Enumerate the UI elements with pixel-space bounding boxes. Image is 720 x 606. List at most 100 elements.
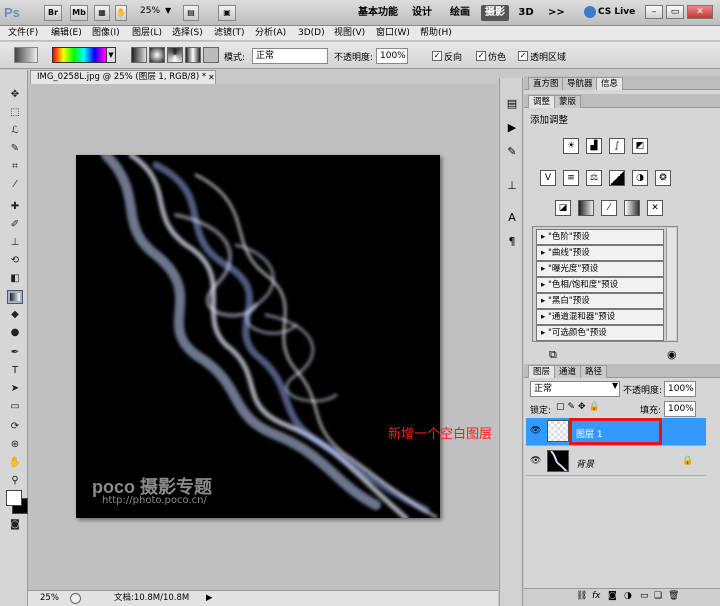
chevron-down-icon[interactable]: ▼: [165, 6, 171, 15]
cs-live-button[interactable]: CS Live: [598, 7, 635, 17]
cs-live-icon[interactable]: [584, 6, 596, 18]
close-button[interactable]: ✕: [687, 5, 713, 19]
threshold-icon[interactable]: ⁄: [601, 200, 617, 216]
opacity-input[interactable]: 100%: [376, 48, 408, 64]
gradient-map-icon[interactable]: [624, 200, 640, 216]
reverse-checkbox[interactable]: ✓: [432, 51, 442, 61]
type-tool-icon[interactable]: T: [7, 364, 23, 378]
tool-preset-picker[interactable]: [14, 47, 38, 63]
photo-filter-icon[interactable]: ◑: [632, 170, 648, 186]
arrange-documents-button[interactable]: ▤: [183, 5, 199, 21]
adjustment-layer-icon[interactable]: ◑: [624, 591, 632, 601]
chevron-down-icon[interactable]: ▼: [106, 47, 116, 63]
eye-icon[interactable]: 👁: [530, 456, 541, 466]
trash-icon[interactable]: 🗑: [668, 591, 679, 601]
preset-black-white[interactable]: ▸ "黑白"预设: [536, 293, 664, 309]
crop-tool-icon[interactable]: ⌗: [7, 160, 23, 174]
3d-orbit-icon[interactable]: ⊛: [7, 438, 23, 452]
lock-options-icon[interactable]: ▢✎✥🔒: [556, 402, 603, 412]
tab-channels[interactable]: 通道: [554, 365, 582, 378]
presets-scrollbar[interactable]: [666, 228, 676, 340]
hand-tool-icon[interactable]: ✋: [7, 456, 23, 470]
hue-saturation-icon[interactable]: ≡: [563, 170, 579, 186]
shape-tool-icon[interactable]: ▭: [7, 400, 23, 414]
document-tab[interactable]: IMG_0258L.jpg @ 25% (图层 1, RGB/8) *: [30, 70, 216, 84]
mini-bridge-button[interactable]: Mb: [70, 5, 88, 21]
hand-icon[interactable]: ✋: [115, 5, 127, 21]
reflected-gradient-icon[interactable]: [185, 47, 201, 63]
menu-analysis[interactable]: 分析(A): [255, 26, 286, 41]
status-info-icon[interactable]: [70, 593, 81, 604]
minimize-button[interactable]: –: [645, 5, 663, 19]
radial-gradient-icon[interactable]: [149, 47, 165, 63]
preset-exposure[interactable]: ▸ "曝光度"预设: [536, 261, 664, 277]
brightness-icon[interactable]: ☀: [563, 138, 579, 154]
menu-3d[interactable]: 3D(D): [298, 26, 325, 41]
preset-levels[interactable]: ▸ "色阶"预设: [536, 229, 664, 245]
status-menu-arrow-icon[interactable]: ▶: [206, 591, 213, 606]
eyedropper-tool-icon[interactable]: ⁄: [7, 178, 23, 192]
tab-info[interactable]: 信息: [596, 77, 624, 90]
menu-select[interactable]: 选择(S): [172, 26, 203, 41]
levels-icon[interactable]: ▟: [586, 138, 602, 154]
status-zoom[interactable]: 25%: [40, 591, 59, 606]
tab-paths[interactable]: 路径: [580, 365, 608, 378]
eraser-tool-icon[interactable]: ◧: [7, 272, 23, 286]
curves-icon[interactable]: ∫: [609, 138, 625, 154]
dodge-tool-icon[interactable]: ●: [7, 326, 23, 340]
add-mask-icon[interactable]: ◙: [608, 591, 617, 601]
preset-channel-mixer[interactable]: ▸ "通道混和器"预设: [536, 309, 664, 325]
channel-mixer-icon[interactable]: ❂: [655, 170, 671, 186]
lasso-tool-icon[interactable]: ℒ: [7, 124, 23, 138]
link-layers-icon[interactable]: ⛓: [576, 591, 587, 601]
clone-source-icon[interactable]: ⊥: [504, 178, 520, 194]
vibrance-icon[interactable]: V: [540, 170, 556, 186]
restore-button[interactable]: ▭: [666, 5, 684, 19]
screen-mode-button[interactable]: ▣: [218, 5, 236, 21]
character-panel-icon[interactable]: A: [504, 210, 520, 226]
3d-rotate-icon[interactable]: ⟳: [7, 420, 23, 434]
healing-brush-icon[interactable]: ✚: [7, 200, 23, 214]
angle-gradient-icon[interactable]: [167, 47, 183, 63]
preset-selective-color[interactable]: ▸ "可选颜色"预设: [536, 325, 664, 341]
bridge-button[interactable]: Br: [44, 5, 62, 21]
document-image[interactable]: poco 摄影专题 http://photo.poco.cn/: [76, 155, 440, 518]
history-panel-icon[interactable]: ▤: [504, 96, 520, 112]
quick-mask-icon[interactable]: ◙: [7, 518, 23, 532]
view-extras-button[interactable]: ▦: [94, 5, 110, 21]
menu-file[interactable]: 文件(F): [8, 26, 38, 41]
fill-input[interactable]: 100%: [664, 401, 696, 417]
preset-hue-saturation[interactable]: ▸ "色相/饱和度"预设: [536, 277, 664, 293]
workspace-essentials[interactable]: 基本功能: [356, 5, 400, 21]
chevron-down-icon[interactable]: ▼: [612, 381, 618, 390]
new-layer-icon[interactable]: ❑: [654, 591, 662, 601]
workspace-more[interactable]: >>: [548, 5, 565, 21]
workspace-painting[interactable]: 绘画: [448, 5, 472, 21]
workspace-design[interactable]: 设计: [410, 5, 434, 21]
close-tab-icon[interactable]: ✕: [208, 73, 215, 82]
marquee-tool-icon[interactable]: ⬚: [7, 106, 23, 120]
group-icon[interactable]: ▭: [640, 591, 649, 601]
zoom-level[interactable]: 25%: [140, 6, 160, 16]
tab-layers[interactable]: 图层: [528, 365, 556, 378]
diamond-gradient-icon[interactable]: [203, 47, 219, 63]
clone-stamp-icon[interactable]: ⊥: [7, 236, 23, 250]
layer-name[interactable]: 背景: [576, 457, 594, 470]
preset-curves[interactable]: ▸ "曲线"预设: [536, 245, 664, 261]
brush-tool-icon[interactable]: ✐: [7, 218, 23, 232]
menu-layer[interactable]: 图层(L): [132, 26, 162, 41]
invert-icon[interactable]: ◪: [555, 200, 571, 216]
path-select-icon[interactable]: ➤: [7, 382, 23, 396]
blend-mode-select[interactable]: 正常: [530, 381, 620, 397]
transparency-checkbox[interactable]: ✓: [518, 51, 528, 61]
workspace-3d[interactable]: 3D: [517, 5, 535, 21]
menu-help[interactable]: 帮助(H): [420, 26, 452, 41]
tool-presets-icon[interactable]: ✎: [504, 144, 520, 160]
fx-icon[interactable]: fx: [592, 591, 601, 601]
gradient-tool-icon[interactable]: [7, 290, 23, 304]
exposure-icon[interactable]: ◩: [632, 138, 648, 154]
tab-navigator[interactable]: 导航器: [562, 77, 598, 90]
mode-select[interactable]: 正常: [252, 48, 328, 64]
view-previous-icon[interactable]: ◉: [667, 348, 677, 361]
posterize-icon[interactable]: [578, 200, 594, 216]
